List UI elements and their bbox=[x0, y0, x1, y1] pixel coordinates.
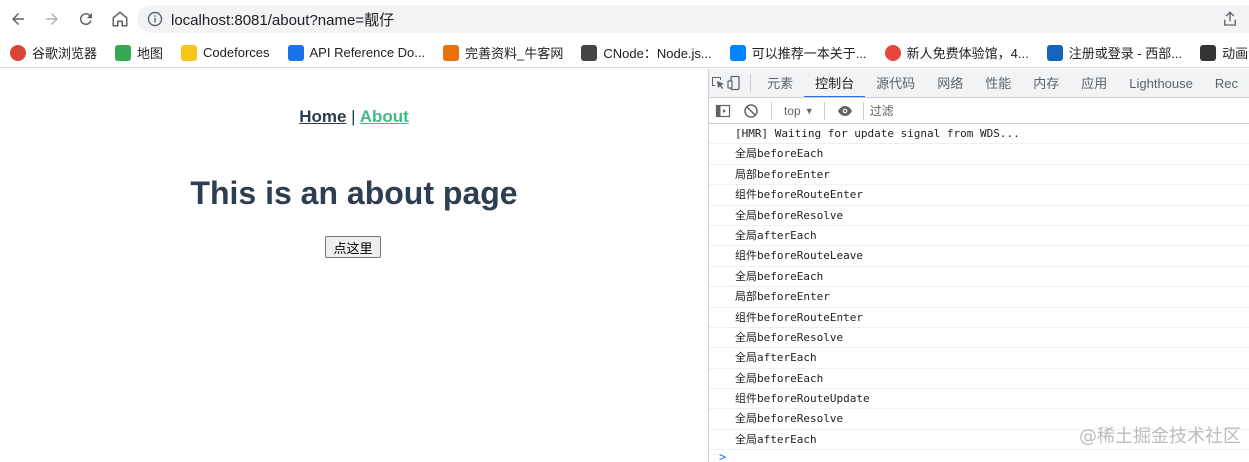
sidebar-toggle-button[interactable] bbox=[709, 97, 737, 125]
zhihu-icon bbox=[729, 44, 746, 61]
hexagon-icon bbox=[884, 44, 901, 61]
bookmark-label: CNode：Node.js... bbox=[603, 46, 712, 61]
console-output: [HMR] Waiting for update signal from WDS… bbox=[709, 124, 1249, 462]
nowcoder-icon bbox=[443, 44, 460, 61]
browser-toolbar: localhost:8081/about?name=靓仔 bbox=[0, 0, 1249, 38]
bookmark-item[interactable]: 可以推荐一本关于... bbox=[720, 40, 875, 66]
codeforces-icon bbox=[181, 44, 198, 61]
maps-icon bbox=[115, 44, 132, 61]
console-log-line: [HMR] Waiting for update signal from WDS… bbox=[709, 124, 1249, 145]
console-log-line: 组件beforeRouteUpdate bbox=[709, 389, 1249, 410]
devtools-tab[interactable]: 网络 bbox=[926, 69, 974, 97]
address-bar[interactable]: localhost:8081/about?name=靓仔 bbox=[137, 5, 1249, 33]
bookmark-item[interactable]: 谷歌浏览器 bbox=[0, 40, 105, 66]
devtools-tab[interactable]: Rec bbox=[1204, 69, 1249, 97]
devtools-tab[interactable]: 源代码 bbox=[865, 69, 926, 97]
console-log-line: 局部beforeEnter bbox=[709, 165, 1249, 186]
home-icon bbox=[112, 11, 128, 27]
bookmark-label: API Reference Do... bbox=[309, 45, 426, 60]
bookmark-label: 新人免费体验馆，4... bbox=[906, 46, 1029, 61]
devtools-tabbar: 元素 控制台 源代码 网络 性能 内存 应用 Lighthouse Rec bbox=[709, 69, 1249, 98]
bookmark-item[interactable]: 动画演示 283 bbox=[1190, 40, 1249, 66]
bookmark-item[interactable]: Codeforces bbox=[171, 40, 277, 66]
reload-icon bbox=[79, 13, 92, 26]
devtools-tab[interactable]: 元素 bbox=[756, 69, 804, 97]
nav-link-home[interactable]: Home bbox=[299, 107, 346, 126]
devtools-tab[interactable]: 内存 bbox=[1022, 69, 1070, 97]
click-here-button[interactable]: 点这里 bbox=[325, 236, 381, 258]
bookmarks-bar: 谷歌浏览器 地图 Codeforces API Reference Do... 完善资料… bbox=[0, 38, 1249, 68]
cloud-icon bbox=[287, 44, 304, 61]
info-icon[interactable] bbox=[147, 11, 163, 27]
device-toolbar-button[interactable] bbox=[726, 69, 743, 97]
block-icon bbox=[744, 103, 758, 118]
bookmark-item[interactable]: CNode：Node.js... bbox=[571, 40, 719, 66]
devtools-tab[interactable]: 应用 bbox=[1070, 69, 1118, 97]
c-icon bbox=[1200, 44, 1217, 61]
bookmark-item[interactable]: API Reference Do... bbox=[278, 40, 434, 66]
cnode-icon bbox=[581, 44, 598, 61]
bookmark-label: 注册或登录 - 西部... bbox=[1068, 46, 1183, 61]
page-viewport: Home | About This is an about page 点这里 bbox=[0, 69, 708, 462]
context-value: top bbox=[784, 103, 801, 118]
console-log-line: 全局afterEach bbox=[709, 226, 1249, 247]
console-log-line: 全局beforeResolve bbox=[709, 206, 1249, 226]
bookmark-label: 地图 bbox=[137, 46, 164, 61]
tabbar-divider bbox=[749, 74, 751, 92]
console-filter-input[interactable]: 过滤 bbox=[862, 101, 894, 120]
eye-icon bbox=[837, 105, 852, 116]
reload-button[interactable] bbox=[70, 3, 102, 35]
back-button[interactable] bbox=[2, 3, 34, 35]
console-log-line: 组件beforeRouteLeave bbox=[709, 246, 1249, 267]
devtools-tab[interactable]: Lighthouse bbox=[1118, 69, 1204, 97]
bookmark-item[interactable]: 新人免费体验馆，4... bbox=[875, 40, 1037, 66]
forward-arrow-icon bbox=[46, 13, 58, 25]
bookmark-label: 完善资料_牛客网 bbox=[465, 46, 564, 61]
forward-button[interactable] bbox=[36, 3, 68, 35]
console-log-line: 局部beforeEnter bbox=[709, 287, 1249, 308]
nav-separator: | bbox=[351, 107, 356, 126]
bookmark-label: Codeforces bbox=[203, 45, 270, 60]
toolbar-divider-2 bbox=[823, 101, 825, 120]
bookmark-item[interactable]: 注册或登录 - 西部... bbox=[1037, 40, 1190, 66]
sidebar-icon bbox=[715, 104, 731, 117]
device-icon bbox=[727, 75, 740, 91]
chrome-icon bbox=[10, 44, 26, 61]
home-button[interactable] bbox=[104, 3, 136, 35]
inspect-icon bbox=[711, 77, 724, 89]
bookmark-label: 谷歌浏览器 bbox=[32, 46, 98, 61]
share-icon[interactable] bbox=[1221, 10, 1239, 28]
back-arrow-icon bbox=[12, 13, 24, 25]
console-log-line: 组件beforeRouteEnter bbox=[709, 185, 1249, 206]
url-text[interactable]: localhost:8081/about?name=靓仔 bbox=[171, 9, 394, 30]
console-log-line: 全局afterEach bbox=[709, 348, 1249, 369]
w-icon bbox=[1046, 44, 1063, 61]
bookmark-label: 动画演示 283 bbox=[1222, 46, 1249, 61]
console-log-line: 全局beforeResolve bbox=[709, 328, 1249, 349]
console-prompt[interactable]: > bbox=[709, 450, 1249, 462]
console-toolbar: top ▼ 过滤 bbox=[709, 98, 1249, 124]
console-log-line: 组件beforeRouteEnter bbox=[709, 308, 1249, 328]
bookmark-item[interactable]: 完善资料_牛客网 bbox=[433, 40, 571, 66]
nav-link-about[interactable]: About bbox=[360, 107, 409, 126]
console-log-line: 全局beforeEach bbox=[709, 144, 1249, 165]
inspect-element-button[interactable] bbox=[709, 69, 726, 97]
devtools-tab[interactable]: 性能 bbox=[974, 69, 1022, 97]
bookmark-label: 可以推荐一本关于... bbox=[751, 46, 867, 61]
toolbar-divider bbox=[771, 101, 772, 120]
console-log-line: 全局beforeEach bbox=[709, 267, 1249, 288]
devtools-tab[interactable]: 控制台 bbox=[804, 69, 866, 97]
live-expression-button[interactable] bbox=[831, 97, 859, 125]
context-selector[interactable]: top ▼ bbox=[780, 104, 818, 118]
devtools-panel: 元素 控制台 源代码 网络 性能 内存 应用 Lighthouse Rec top ▼ 过滤 [… bbox=[708, 69, 1249, 462]
dropdown-triangle-icon: ▼ bbox=[804, 105, 814, 116]
clear-console-button[interactable] bbox=[737, 97, 765, 125]
bookmark-item[interactable]: 地图 bbox=[105, 40, 171, 66]
console-log-line: 全局beforeEach bbox=[709, 369, 1249, 390]
watermark-text: @稀土掘金技术社区 bbox=[1079, 426, 1241, 447]
router-nav: Home | About bbox=[0, 107, 708, 127]
page-title: This is an about page bbox=[190, 175, 518, 211]
